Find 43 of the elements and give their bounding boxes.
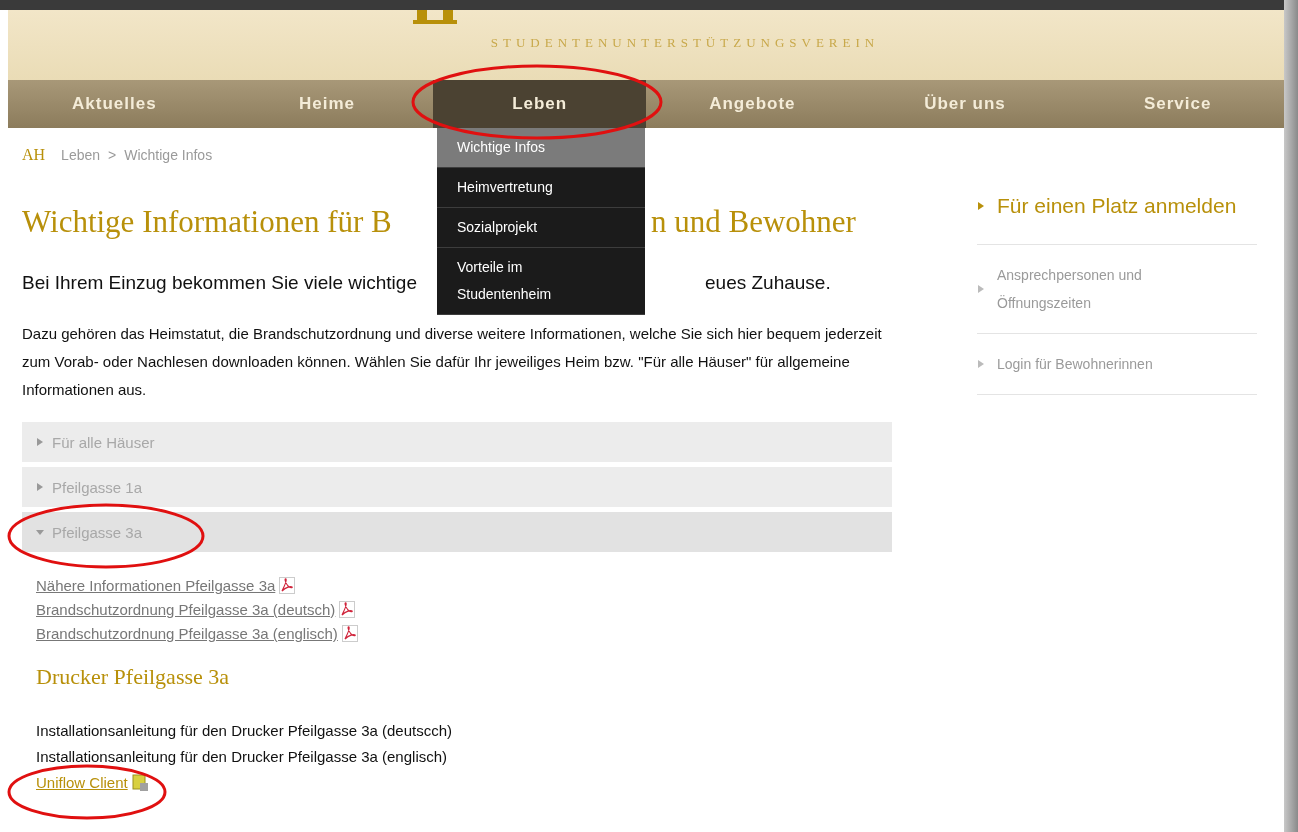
page-heading: n und Bewohner bbox=[651, 204, 857, 240]
intro-text: Bei Ihrem Einzug bekommen Sie viele wichtige bbox=[22, 272, 418, 294]
section-heading: Drucker Pfeilgasse 3a bbox=[35, 663, 231, 691]
caret-right-icon bbox=[977, 201, 985, 211]
sidebar-link[interactable]: Login für Bewohnerinnen bbox=[977, 334, 1257, 395]
accordion-header[interactable]: Pfeilgasse 1a bbox=[22, 467, 892, 507]
description-text: Dazu gehören das Heimstatut, die Brandschutzordnung und diverse weitere Informationen, welche Sie sich hier bequem jederzeit zum Vorab- oder Nachlesen downloaden können. Wählen Sie dafür Ihr jeweiliges Heim bzw. "Für alle Häuser" für allgemeine Informationen aus. bbox=[22, 324, 883, 400]
file-icon bbox=[131, 774, 150, 792]
nav-item[interactable]: Aktuelles bbox=[8, 80, 221, 128]
pdf-icon bbox=[279, 577, 296, 594]
instruction-text: Installationsanleitung für den Drucker Pfeilgasse 3a (deutscch) bbox=[35, 721, 454, 741]
nav-item[interactable]: Angebote bbox=[646, 80, 859, 128]
breadcrumb-item[interactable]: Leben bbox=[61, 147, 101, 163]
nav-item[interactable]: Heime bbox=[220, 80, 434, 128]
nav-item[interactable]: Über uns bbox=[858, 80, 1072, 128]
download-link[interactable]: Uniflow Client bbox=[36, 770, 128, 796]
caret-down-icon bbox=[36, 527, 44, 537]
caret-right-icon bbox=[977, 284, 985, 294]
caret-right-icon bbox=[36, 437, 44, 447]
instruction-text: Installationsanleitung für den Drucker Pfeilgasse 3a (englisch) bbox=[35, 747, 449, 767]
pdf-link[interactable]: Brandschutzordnung Pfeilgasse 3a (englisch) bbox=[36, 625, 338, 642]
breadcrumb-item[interactable]: Wichtige Infos bbox=[124, 147, 213, 163]
breadcrumb-logo[interactable]: AH bbox=[22, 146, 46, 164]
page-heading: Wichtige Informationen für B bbox=[22, 204, 393, 240]
caret-right-icon bbox=[36, 482, 44, 492]
accordion-header[interactable]: Pfeilgasse 3a bbox=[22, 512, 892, 552]
pdf-icon bbox=[339, 601, 356, 618]
intro-text: eues Zuhause. bbox=[705, 272, 832, 294]
pdf-link[interactable]: Brandschutzordnung Pfeilgasse 3a (deutsch) bbox=[36, 601, 336, 618]
sidebar-link[interactable]: Ansprechpersonen und Öffnungszeiten bbox=[977, 245, 1257, 334]
accordion-label: Für alle Häuser bbox=[52, 433, 155, 451]
breadcrumb-separator: > bbox=[108, 147, 117, 163]
caret-right-icon bbox=[977, 359, 985, 369]
pdf-link[interactable]: Nähere Informationen Pfeilgasse 3a bbox=[36, 577, 276, 594]
nav-item[interactable]: Service bbox=[1071, 80, 1284, 128]
accordion-label: Pfeilgasse 3a bbox=[52, 523, 143, 541]
sidebar-link[interactable]: Für einen Platz anmelden bbox=[977, 182, 1257, 245]
site-subtitle: STUDENTENUNTERSTÜTZUNGSVEREIN bbox=[490, 35, 880, 51]
dropdown-item[interactable]: Wichtige Infos bbox=[437, 128, 645, 168]
pdf-icon bbox=[341, 625, 358, 642]
accordion-label: Pfeilgasse 1a bbox=[52, 478, 143, 496]
accordion-header[interactable]: Für alle Häuser bbox=[22, 422, 892, 462]
nav-item[interactable]: Leben bbox=[433, 80, 646, 128]
